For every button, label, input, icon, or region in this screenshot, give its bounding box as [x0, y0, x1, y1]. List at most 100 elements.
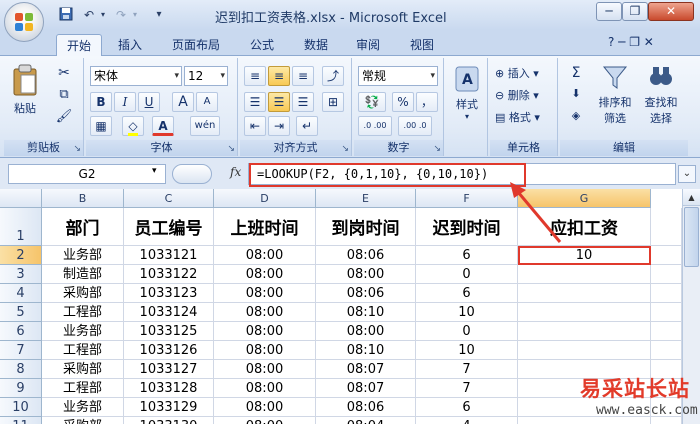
table-cell[interactable]: 业务部	[42, 398, 124, 417]
orientation-button[interactable]: ⤴	[322, 66, 344, 86]
close-button[interactable]: ✕	[648, 2, 694, 21]
tab-insert[interactable]: 插入	[108, 34, 152, 56]
table-cell[interactable]: 4	[416, 417, 518, 424]
delete-cells-button[interactable]: ⊖ 删除 ▾	[494, 86, 554, 106]
table-cell[interactable]: 08:06	[316, 398, 416, 417]
align-bottom-button[interactable]: ≡	[292, 66, 314, 86]
decrease-indent-button[interactable]: ⇤	[244, 116, 266, 136]
row-header-7[interactable]: 7	[0, 341, 42, 360]
table-cell[interactable]: 1033125	[124, 322, 214, 341]
border-button[interactable]: ▦	[90, 116, 112, 136]
header-cell[interactable]: 上班时间	[214, 208, 316, 246]
table-cell[interactable]: 08:06	[316, 246, 416, 265]
empty-cell[interactable]	[651, 246, 682, 265]
table-cell[interactable]: 08:00	[214, 284, 316, 303]
tab-view[interactable]: 视图	[400, 34, 444, 56]
find-select-button[interactable]: 查找和 选择	[640, 62, 682, 138]
table-cell[interactable]: 08:04	[316, 417, 416, 424]
table-cell[interactable]: 10	[518, 246, 651, 265]
table-cell[interactable]: 08:10	[316, 303, 416, 322]
table-cell[interactable]: 08:00	[214, 246, 316, 265]
redo-icon[interactable]: ↷	[112, 7, 130, 23]
increase-decimal-button[interactable]: .0 .00	[358, 116, 392, 136]
table-cell[interactable]: 6	[416, 284, 518, 303]
font-color-button[interactable]: A	[152, 116, 174, 136]
grow-font-button[interactable]: A	[172, 92, 194, 112]
format-painter-icon[interactable]: 🖌	[54, 108, 74, 128]
tab-page-layout[interactable]: 页面布局	[164, 34, 228, 56]
empty-cell[interactable]	[651, 284, 682, 303]
format-cells-button[interactable]: ▤ 格式 ▾	[494, 108, 554, 128]
table-cell[interactable]: 08:07	[316, 379, 416, 398]
table-cell[interactable]: 08:00	[316, 265, 416, 284]
save-icon[interactable]	[58, 7, 74, 23]
row-header-2[interactable]: 2	[0, 246, 42, 265]
currency-button[interactable]: 💱	[358, 92, 386, 112]
table-cell[interactable]: 10	[416, 341, 518, 360]
table-cell[interactable]	[518, 417, 651, 424]
table-cell[interactable]: 业务部	[42, 322, 124, 341]
number-format-select[interactable]: 常规 ▾	[358, 66, 438, 86]
formula-bar-splitter[interactable]	[172, 164, 212, 184]
row-header-11[interactable]: 11	[0, 417, 42, 424]
col-f-header[interactable]: F	[416, 189, 518, 208]
table-cell[interactable]: 工程部	[42, 303, 124, 322]
table-cell[interactable]	[518, 284, 651, 303]
empty-cell[interactable]	[651, 341, 682, 360]
bold-button[interactable]: B	[90, 92, 112, 112]
table-cell[interactable]: 08:00	[316, 322, 416, 341]
sort-filter-button[interactable]: 排序和 筛选	[594, 62, 636, 138]
table-cell[interactable]: 1033129	[124, 398, 214, 417]
table-cell[interactable]: 1033123	[124, 284, 214, 303]
table-cell[interactable]: 10	[416, 303, 518, 322]
merge-center-button[interactable]: ⊞	[322, 92, 344, 112]
table-cell[interactable]: 1033121	[124, 246, 214, 265]
table-cell[interactable]: 业务部	[42, 246, 124, 265]
name-box[interactable]: G2	[8, 164, 166, 184]
table-cell[interactable]	[518, 322, 651, 341]
empty-cell[interactable]	[651, 265, 682, 284]
row-header-8[interactable]: 8	[0, 360, 42, 379]
align-right-button[interactable]: ☰	[292, 92, 314, 112]
phonetic-button[interactable]: wén	[190, 116, 220, 136]
cut-icon[interactable]: ✂	[54, 64, 74, 84]
chevron-down-icon[interactable]: ▾	[152, 166, 157, 176]
row-header-5[interactable]: 5	[0, 303, 42, 322]
header-cell[interactable]: 员工编号	[124, 208, 214, 246]
table-cell[interactable]: 1033128	[124, 379, 214, 398]
redo-dropdown-icon[interactable]: ▾	[130, 7, 140, 23]
customize-icon[interactable]: ▾	[152, 7, 166, 23]
restore-button[interactable]: ❐	[622, 2, 648, 21]
row-header-1[interactable]: 1	[0, 208, 42, 246]
table-cell[interactable]	[518, 265, 651, 284]
row-header-6[interactable]: 6	[0, 322, 42, 341]
italic-button[interactable]: I	[114, 92, 136, 112]
empty-cell[interactable]	[651, 322, 682, 341]
table-cell[interactable]: 7	[416, 379, 518, 398]
table-cell[interactable]: 08:00	[214, 341, 316, 360]
col-c-header[interactable]: C	[124, 189, 214, 208]
row-header-10[interactable]: 10	[0, 398, 42, 417]
font-name-select[interactable]: 宋体 ▾	[90, 66, 182, 86]
scroll-up-icon[interactable]: ▲	[683, 189, 700, 206]
header-cell[interactable]: 到岗时间	[316, 208, 416, 246]
percent-button[interactable]: %	[392, 92, 414, 112]
row-header-3[interactable]: 3	[0, 265, 42, 284]
table-cell[interactable]: 0	[416, 265, 518, 284]
header-cell[interactable]: 迟到时间	[416, 208, 518, 246]
table-cell[interactable]: 7	[416, 360, 518, 379]
header-cell[interactable]: 部门	[42, 208, 124, 246]
undo-icon[interactable]: ↶	[80, 7, 98, 23]
decrease-decimal-button[interactable]: .00 .0	[398, 116, 432, 136]
table-cell[interactable]: 6	[416, 398, 518, 417]
table-cell[interactable]: 08:07	[316, 360, 416, 379]
col-g-header[interactable]: G	[518, 189, 651, 208]
table-cell[interactable]: 08:00	[214, 417, 316, 424]
comma-style-button[interactable]: ，	[416, 92, 438, 112]
empty-cell[interactable]	[651, 303, 682, 322]
copy-icon[interactable]: ⧉	[54, 86, 74, 106]
styles-button[interactable]: A 样式 ▾	[450, 64, 484, 134]
shrink-font-button[interactable]: A	[196, 92, 218, 112]
office-button[interactable]	[4, 2, 44, 42]
tab-review[interactable]: 审阅	[346, 34, 390, 56]
